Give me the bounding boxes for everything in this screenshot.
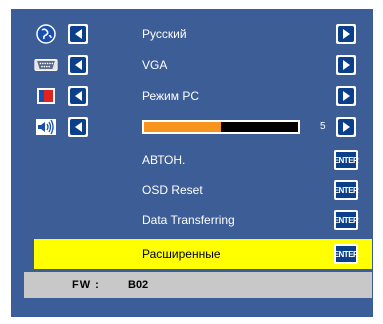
auto-adjust-label: АВТОН. [142, 153, 186, 167]
data-transferring-enter-button[interactable]: ENTER [334, 210, 359, 230]
language-row: Русский [24, 19, 372, 49]
auto-adjust-row[interactable]: АВТОН. ENTER [24, 145, 372, 175]
speaker-icon [34, 116, 58, 138]
volume-row: 5 [24, 112, 372, 142]
volume-value: 5 [320, 121, 326, 132]
display-mode-icon [34, 85, 58, 107]
data-transferring-row[interactable]: Data Transferring ENTER [24, 205, 372, 235]
display-mode-left-button[interactable] [68, 86, 88, 106]
source-row: VGA [24, 50, 372, 80]
osd-menu-panel: Русский VGA Режим PC 5 АВТОН. ENTER OSD … [24, 17, 372, 270]
firmware-label: FW : [72, 279, 100, 291]
data-transferring-label: Data Transferring [142, 213, 235, 227]
vga-connector-icon [34, 54, 58, 76]
advanced-enter-button[interactable]: ENTER [334, 244, 359, 264]
volume-slider[interactable] [142, 120, 300, 134]
auto-adjust-enter-button[interactable]: ENTER [334, 150, 359, 170]
language-right-button[interactable] [336, 24, 356, 44]
advanced-label: Расширенные [142, 247, 221, 261]
display-mode-right-button[interactable] [336, 86, 356, 106]
volume-right-button[interactable] [336, 117, 356, 137]
firmware-version: B02 [128, 279, 149, 291]
source-value: VGA [142, 58, 168, 72]
display-mode-row: Режим PC [24, 81, 372, 111]
globe-icon [34, 23, 58, 45]
language-value: Русский [142, 27, 187, 41]
osd-reset-enter-button[interactable]: ENTER [334, 180, 359, 200]
osd-reset-row[interactable]: OSD Reset ENTER [24, 175, 372, 205]
display-mode-value: Режим PC [142, 89, 199, 103]
osd-reset-label: OSD Reset [142, 183, 203, 197]
firmware-bar: FW : B02 [24, 272, 372, 298]
volume-slider-fill [144, 122, 221, 132]
volume-left-button[interactable] [68, 117, 88, 137]
source-left-button[interactable] [68, 55, 88, 75]
language-left-button[interactable] [68, 24, 88, 44]
source-right-button[interactable] [336, 55, 356, 75]
advanced-row[interactable]: Расширенные ENTER [34, 239, 372, 269]
